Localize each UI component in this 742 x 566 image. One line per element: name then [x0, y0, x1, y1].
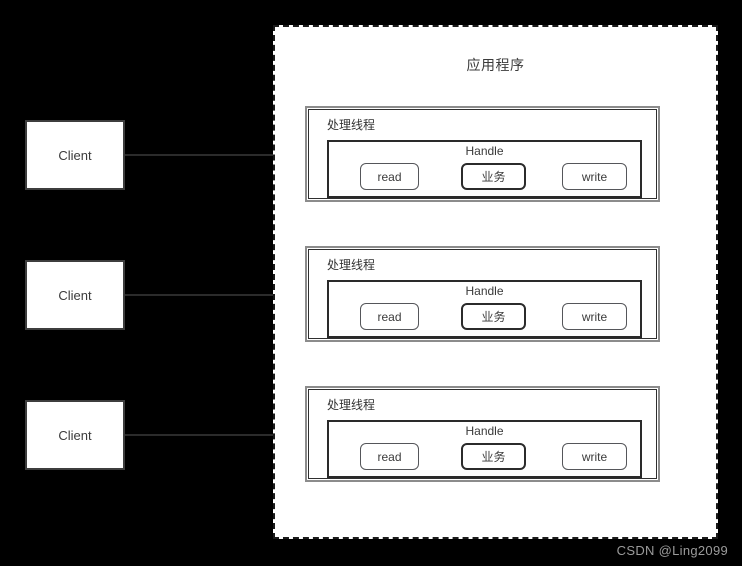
- op-label: read: [377, 309, 402, 324]
- op-label: write: [581, 309, 608, 324]
- handle-label: Handle: [465, 284, 504, 298]
- op-read-2: read: [360, 303, 419, 330]
- op-business-1: 业务: [461, 163, 526, 190]
- client-label: Client: [58, 427, 92, 443]
- processing-thread-label: 处理线程: [327, 398, 376, 412]
- processing-thread-block-2: 处理线程 Handle read 业务 write: [305, 246, 660, 342]
- op-label: write: [581, 169, 608, 184]
- client-box-1: Client: [25, 120, 125, 190]
- processing-thread-label: 处理线程: [327, 258, 376, 272]
- handle-box-2: Handle read 业务 write: [327, 280, 642, 338]
- op-label: 业务: [481, 310, 506, 324]
- op-business-3: 业务: [461, 443, 526, 470]
- handle-label: Handle: [465, 144, 504, 158]
- handle-box-3: Handle read 业务 write: [327, 420, 642, 478]
- op-label: write: [581, 449, 608, 464]
- watermark: CSDN @Ling2099: [616, 543, 728, 558]
- op-business-2: 业务: [461, 303, 526, 330]
- application-title: 应用程序: [466, 57, 525, 73]
- op-label: read: [377, 169, 402, 184]
- arrow-client-1-to-thread-1: [125, 149, 296, 161]
- op-read-1: read: [360, 163, 419, 190]
- op-read-3: read: [360, 443, 419, 470]
- diagram-canvas: Client Client Client 应用程序 处理线程 Handle re…: [0, 0, 742, 566]
- op-label: 业务: [481, 450, 506, 464]
- op-write-3: write: [562, 443, 627, 470]
- op-label: read: [377, 449, 402, 464]
- handle-box-1: Handle read 业务 write: [327, 140, 642, 198]
- op-label: 业务: [481, 170, 506, 184]
- client-label: Client: [58, 287, 92, 303]
- processing-thread-label: 处理线程: [327, 118, 376, 132]
- handle-label: Handle: [465, 424, 504, 438]
- client-box-2: Client: [25, 260, 125, 330]
- op-write-2: write: [562, 303, 627, 330]
- arrow-client-3-to-thread-3: [125, 429, 296, 441]
- client-label: Client: [58, 147, 92, 163]
- processing-thread-block-3: 处理线程 Handle read 业务 write: [305, 386, 660, 482]
- processing-thread-block-1: 处理线程 Handle read 业务 write: [305, 106, 660, 202]
- op-write-1: write: [562, 163, 627, 190]
- client-box-3: Client: [25, 400, 125, 470]
